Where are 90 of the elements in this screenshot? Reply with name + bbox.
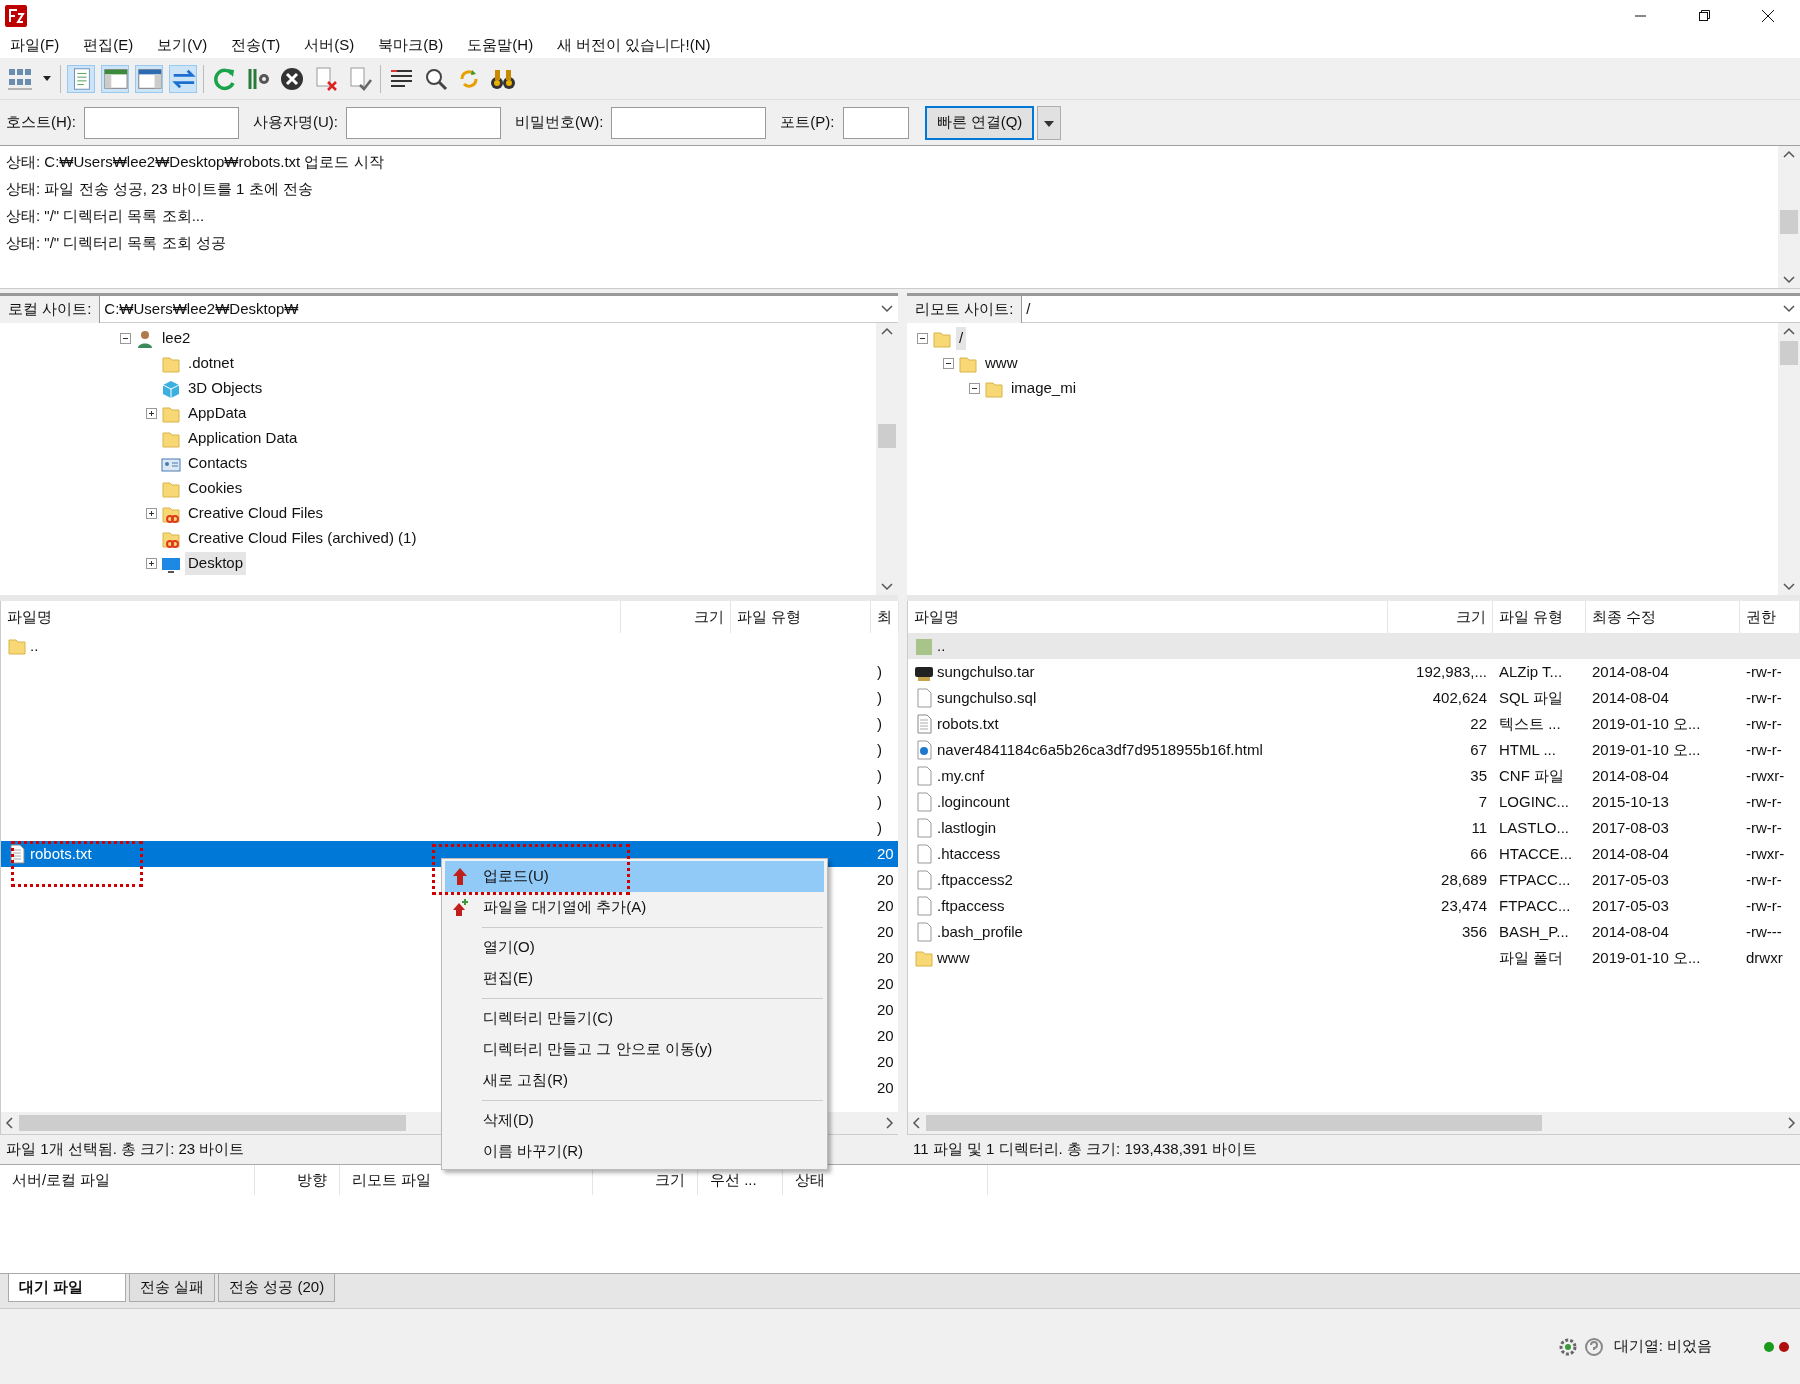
table-cell-text: 7 — [1477, 791, 1488, 812]
table-cell-text: 20 — [876, 921, 895, 942]
table-cell-text: ) — [876, 739, 883, 760]
file-name: naver4841184c6a5b26ca3df7d9518955b16f.html — [937, 739, 1263, 760]
table-cell-text: HTACCE... — [1498, 843, 1574, 864]
field-label: 비밀번호(W): — [515, 112, 604, 133]
file-name: .htaccess — [937, 843, 1001, 864]
table-cell-text: 20 — [876, 895, 895, 916]
table-cell-text: FTPACC... — [1498, 895, 1572, 916]
table-cell-text: BASH_P... — [1498, 921, 1570, 942]
file-name: .lastlogin — [937, 817, 997, 838]
file-name: .ftpaccess2 — [937, 869, 1013, 890]
file-name: sungchulso.sql — [937, 687, 1037, 708]
table-cell-text: ) — [876, 713, 883, 734]
table-cell-text: 402,624 — [1431, 687, 1488, 708]
table-cell-text: drwxr — [1745, 947, 1784, 968]
table-cell-text: LOGINC... — [1498, 791, 1570, 812]
log-line: 상태: "/" 디렉터리 목록 조회... — [6, 206, 205, 226]
table-cell-text: HTML ... — [1498, 739, 1557, 760]
file-name: robots.txt — [30, 843, 92, 864]
table-cell-text: 20 — [876, 947, 895, 968]
table-cell-text: 2014-08-04 — [1591, 843, 1670, 864]
table-cell-text: ALZip T... — [1498, 661, 1564, 682]
file-name: .logincount — [937, 791, 1010, 812]
table-cell-text: 20 — [876, 1077, 895, 1098]
status-text: 대기열: 비었음 — [1612, 1336, 1713, 1357]
table-cell-text: 23,474 — [1440, 895, 1488, 916]
log-line: 상태: 파일 전송 성공, 23 바이트를 1 초에 전송 — [6, 179, 313, 199]
table-cell-text: 2017-05-03 — [1591, 869, 1670, 890]
table-cell-text: 2014-08-04 — [1591, 661, 1670, 682]
table-cell-text: 11 — [1470, 817, 1488, 838]
file-name: .ftpaccess — [937, 895, 1005, 916]
table-cell-text: 2019-01-10 오... — [1591, 713, 1702, 734]
file-name: .. — [937, 635, 946, 656]
table-cell-text: 66 — [1469, 843, 1488, 864]
table-cell-text: 67 — [1469, 739, 1488, 760]
table-cell-text: 2014-08-04 — [1591, 765, 1670, 786]
file-name: .bash_profile — [937, 921, 1023, 942]
table-cell-text: -rw--- — [1745, 921, 1783, 942]
table-cell-text: SQL 파일 — [1498, 687, 1564, 708]
table-cell-text: -rw-r- — [1745, 687, 1783, 708]
table-cell-text: 2015-10-13 — [1591, 791, 1670, 812]
table-cell-text: -rw-r- — [1745, 661, 1783, 682]
table-cell-text: 2017-05-03 — [1591, 895, 1670, 916]
table-cell-text: 2014-08-04 — [1591, 921, 1670, 942]
table-cell-text: -rw-r- — [1745, 817, 1783, 838]
table-cell-text: 28,689 — [1440, 869, 1488, 890]
table-cell-text: 2019-01-10 오... — [1591, 739, 1702, 760]
table-cell-text: 356 — [1460, 921, 1488, 942]
file-name: robots.txt — [937, 713, 999, 734]
table-cell-text: FTPACC... — [1498, 869, 1572, 890]
table-cell-text: -rw-r- — [1745, 739, 1783, 760]
table-cell-text: -rwxr- — [1745, 765, 1786, 786]
table-cell-text: -rw-r- — [1745, 791, 1783, 812]
table-cell-text: -rwxr- — [1745, 843, 1786, 864]
table-cell-text: ) — [876, 765, 883, 786]
table-cell-text: ) — [876, 817, 883, 838]
field-label: 포트(P): — [780, 112, 835, 133]
table-cell-text: 20 — [876, 869, 895, 890]
file-name: sungchulso.tar — [937, 661, 1035, 682]
file-name: .my.cnf — [937, 765, 985, 786]
table-cell-text: ) — [876, 791, 883, 812]
table-cell-text: 2017-08-03 — [1591, 817, 1670, 838]
table-cell-text: 2019-01-10 오... — [1591, 947, 1702, 968]
file-name: www — [937, 947, 970, 968]
log-line: 상태: "/" 디렉터리 목록 조회 성공 — [6, 233, 226, 253]
table-cell-text: 22 — [1469, 713, 1488, 734]
field-label: 호스트(H): — [6, 112, 76, 133]
table-cell-text: ) — [876, 687, 883, 708]
log-line: 상태: C:₩Users₩lee2₩Desktop₩robots.txt 업로드 시작 — [6, 152, 384, 172]
table-cell-text: -rw-r- — [1745, 869, 1783, 890]
table-cell-text: 192,983,... — [1415, 661, 1488, 682]
table-cell-text: ) — [876, 661, 883, 682]
table-cell-text: 20 — [876, 843, 895, 864]
table-cell-text: -rw-r- — [1745, 895, 1783, 916]
table-cell-text: -rw-r- — [1745, 713, 1783, 734]
field-label: 사용자명(U): — [253, 112, 338, 133]
table-cell-text: LASTLO... — [1498, 817, 1571, 838]
table-cell-text: 2014-08-04 — [1591, 687, 1670, 708]
table-cell-text: CNF 파일 — [1498, 765, 1565, 786]
table-cell-text: 텍스트 ... — [1498, 713, 1562, 734]
file-name: .. — [30, 635, 39, 656]
table-cell-text: 파일 폴더 — [1498, 947, 1565, 968]
table-cell-text: 20 — [876, 999, 895, 1020]
table-cell-text: 20 — [876, 973, 895, 994]
table-cell-text: 35 — [1469, 765, 1488, 786]
table-cell-text: 20 — [876, 1051, 895, 1072]
site-label: 리모트 사이트: — [907, 296, 1023, 323]
table-cell-text: 20 — [876, 1025, 895, 1046]
site-label: 로컬 사이트: — [0, 296, 101, 323]
